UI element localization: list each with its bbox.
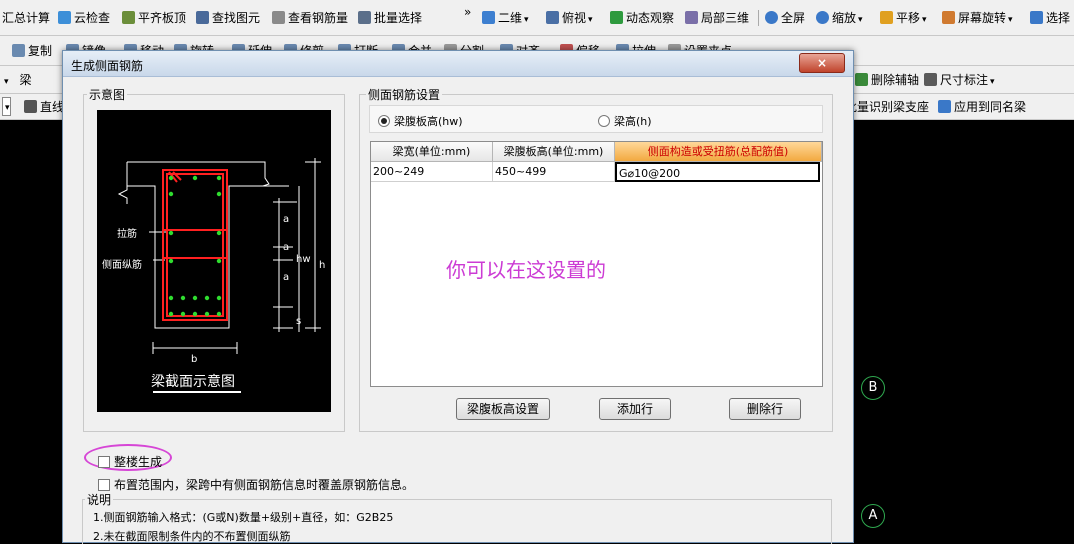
- line-button[interactable]: 直线: [24, 94, 64, 119]
- element-type-combo-arrow: [2, 73, 9, 87]
- height-basis-radio-group: 梁腹板高(hw) 梁高(h): [369, 105, 823, 133]
- beam-section-diagram: 拉筋 侧面纵筋 a a a hw h s b 梁截面示意图: [97, 110, 331, 412]
- settings-group-label: 侧面钢筋设置: [366, 86, 443, 103]
- fullscreen-button[interactable]: 全屏: [765, 0, 805, 35]
- 2d-view-icon: [482, 11, 495, 24]
- axis-label-b: B: [861, 376, 885, 400]
- align-slab-top-button[interactable]: 平齐板顶: [122, 0, 186, 35]
- annotation-hint: 你可以在这设置的: [446, 258, 606, 282]
- toolbar-overflow[interactable]: »: [464, 0, 471, 29]
- dim-s: s: [296, 316, 301, 327]
- close-button[interactable]: ×: [799, 53, 845, 73]
- radio-beam-height[interactable]: 梁高(h): [598, 113, 652, 129]
- table-cell[interactable]: 200~249: [371, 162, 493, 182]
- main-toolbar: 汇总计算 云检查 平齐板顶 查找图元 查看钢筋量 批量选择 » 二维 俯视 动态…: [0, 0, 1074, 36]
- generate-side-rebar-dialog: 生成侧面钢筋 × 示意图 拉筋 侧面纵筋 a a a hw h s b 梁截面示…: [62, 50, 854, 544]
- cloud-check-icon: [58, 11, 71, 24]
- dim-a-3: a: [283, 272, 289, 283]
- rotate-icon: [942, 11, 955, 24]
- axis-label-a: A: [861, 504, 885, 528]
- select-icon: [1030, 11, 1043, 24]
- radio-beam-height-dot: [598, 115, 610, 127]
- delete-aux-axis-button[interactable]: 删除辅轴: [855, 66, 919, 93]
- line-icon: [24, 100, 37, 113]
- batch-select-button[interactable]: 批量选择: [358, 0, 422, 35]
- batch-select-icon: [358, 11, 371, 24]
- view-rebar-button[interactable]: 查看钢筋量: [272, 0, 348, 35]
- screen-rotate-dropdown[interactable]: 屏幕旋转: [942, 0, 1013, 35]
- view-2d-dropdown[interactable]: 二维: [482, 0, 529, 35]
- draw-mode-arrow: [2, 97, 11, 116]
- diagram-group-label: 示意图: [87, 86, 128, 103]
- web-height-settings-button[interactable]: 梁腹板高设置: [456, 398, 550, 420]
- apply-icon: [938, 100, 951, 113]
- beam-section-svg: 拉筋 侧面纵筋 a a a hw h s b 梁截面示意图: [102, 158, 325, 393]
- toolbar-separator: [758, 10, 759, 26]
- notes-label: 说明: [85, 491, 114, 508]
- note-line-1: 1.侧面钢筋输入格式：(G或N)数量+级别+直径，如：G2B25: [93, 511, 394, 524]
- dimension-dropdown[interactable]: 尺寸标注: [924, 66, 995, 93]
- delete-row-button[interactable]: 删除行: [729, 398, 801, 420]
- top-view-dropdown[interactable]: 俯视: [546, 0, 593, 35]
- copy-button[interactable]: 复制: [12, 36, 52, 65]
- overwrite-box: [98, 478, 110, 491]
- dim-hw: hw: [296, 254, 311, 265]
- zoom-dropdown[interactable]: 缩放: [816, 0, 863, 35]
- copy-icon: [12, 44, 25, 57]
- find-element-button[interactable]: 查找图元: [196, 0, 260, 35]
- delete-axis-icon: [855, 73, 868, 86]
- summary-calc-button[interactable]: 汇总计算: [2, 0, 50, 35]
- overwrite-checkbox[interactable]: 布置范围内，梁跨中有侧面钢筋信息时覆盖原钢筋信息。: [98, 476, 414, 493]
- rebar-view-icon: [272, 11, 285, 24]
- hand-icon: [880, 11, 893, 24]
- orbit-icon: [610, 11, 623, 24]
- col-header-width[interactable]: 梁宽(单位:mm): [371, 142, 493, 162]
- table-cell[interactable]: 450~499: [493, 162, 615, 182]
- dim-a-1: a: [283, 214, 289, 225]
- whole-building-box: [98, 455, 110, 468]
- select-button[interactable]: 选择: [1030, 0, 1070, 35]
- apply-same-name-beam-button[interactable]: 应用到同名梁: [938, 94, 1026, 119]
- rebar-settings-table: 梁宽(单位:mm) 梁腹板高(单位:mm) 侧面构造或受扭筋(总配筋值) 200…: [370, 141, 823, 387]
- align-top-icon: [122, 11, 135, 24]
- dimension-icon: [924, 73, 937, 86]
- batch-identify-support-button[interactable]: 批量识别梁支座: [845, 94, 929, 119]
- radio-web-height-dot: [378, 115, 390, 127]
- whole-building-checkbox[interactable]: 整楼生成: [98, 453, 162, 470]
- cube-icon: [546, 11, 559, 24]
- pan-dropdown[interactable]: 平移: [880, 0, 927, 35]
- fullscreen-icon: [765, 11, 778, 24]
- draw-mode-combo[interactable]: [2, 94, 11, 119]
- element-type-combo[interactable]: 梁: [2, 66, 32, 93]
- add-row-button[interactable]: 添加行: [599, 398, 671, 420]
- dim-h: h: [319, 260, 325, 271]
- dynamic-orbit-button[interactable]: 动态观察: [610, 0, 674, 35]
- binoculars-icon: [196, 11, 209, 24]
- dim-a-2: a: [283, 242, 289, 253]
- col-header-side-rebar[interactable]: 侧面构造或受扭筋(总配筋值): [615, 142, 822, 162]
- dialog-title: 生成侧面钢筋: [71, 59, 144, 73]
- table-cell-selected[interactable]: G⌀10@200: [615, 162, 820, 182]
- radio-web-height[interactable]: 梁腹板高(hw): [378, 113, 463, 129]
- side-bar-label: 侧面纵筋: [102, 258, 142, 271]
- zoom-icon: [816, 11, 829, 24]
- note-line-2: 2.未在截面限制条件内的不布置侧面纵筋: [93, 530, 291, 543]
- col-header-web-height[interactable]: 梁腹板高(单位:mm): [493, 142, 615, 162]
- cloud-check-button[interactable]: 云检查: [58, 0, 110, 35]
- dialog-titlebar[interactable]: 生成侧面钢筋 ×: [63, 51, 853, 77]
- diagram-caption: 梁截面示意图: [151, 373, 235, 390]
- dim-b: b: [191, 354, 197, 365]
- local-3d-icon: [685, 11, 698, 24]
- tie-label: 拉筋: [117, 227, 137, 240]
- local-3d-button[interactable]: 局部三维: [685, 0, 749, 35]
